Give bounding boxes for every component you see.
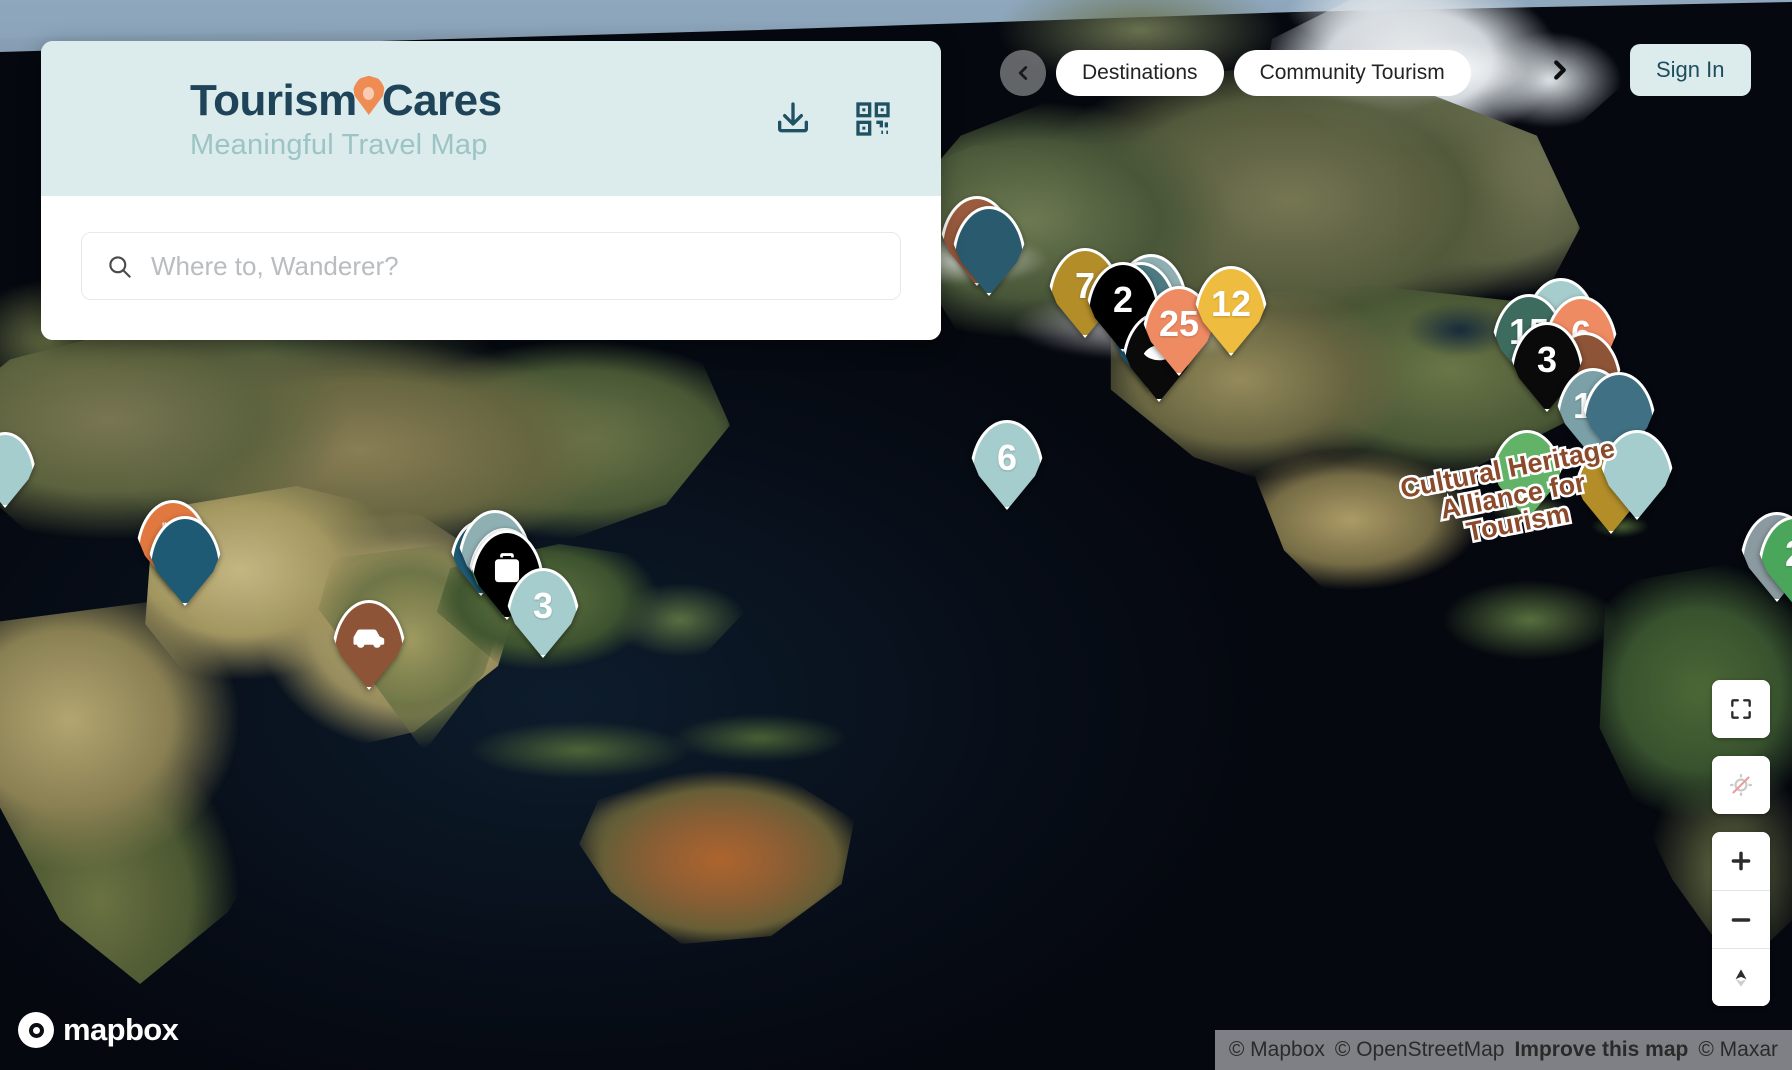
- map-marker-count-3-sea[interactable]: 3: [506, 568, 580, 658]
- qr-code-icon[interactable]: [853, 99, 893, 139]
- map-marker-behind-alaska[interactable]: [952, 206, 1026, 296]
- fullscreen-button[interactable]: [1712, 680, 1770, 738]
- map-marker-count-2-south-america[interactable]: 2: [1758, 516, 1792, 606]
- mapbox-logo[interactable]: mapbox: [18, 1012, 179, 1048]
- logo-subtitle: Meaningful Travel Map: [190, 129, 488, 161]
- attribution-link[interactable]: © Maxar: [1698, 1038, 1778, 1062]
- geolocate-button[interactable]: [1712, 756, 1770, 814]
- map-marker-count: 3: [532, 585, 554, 626]
- download-icon[interactable]: [773, 99, 813, 139]
- mapbox-wordmark: mapbox: [63, 1012, 179, 1047]
- geolocate-control: [1712, 756, 1770, 814]
- panel-header-actions: [773, 99, 893, 139]
- van-icon: [350, 619, 388, 657]
- map-pin-icon: [353, 75, 385, 115]
- map-pin-shape: [0, 432, 35, 508]
- search-panel: Tourism Cares Meaningful Travel Map: [41, 41, 941, 340]
- zoom-out-button[interactable]: [1712, 890, 1770, 948]
- search-box[interactable]: [81, 232, 901, 300]
- map-pin-shape: [953, 206, 1025, 296]
- panel-header: Tourism Cares Meaningful Travel Map: [41, 41, 941, 196]
- category-carousel: Destinations Community Tourism: [1000, 50, 1471, 96]
- attribution-link[interactable]: © Mapbox: [1229, 1038, 1325, 1062]
- logo-word-cares: Cares: [381, 76, 502, 125]
- chevron-right-icon[interactable]: [1545, 55, 1575, 94]
- map-marker-count: 12: [1210, 283, 1252, 324]
- attribution-link[interactable]: Improve this map: [1514, 1038, 1688, 1062]
- logo-word-tourism: Tourism: [190, 76, 357, 125]
- map-marker-behind-turkey[interactable]: [148, 516, 222, 606]
- search-input[interactable]: [151, 250, 876, 282]
- chevron-left-icon[interactable]: [1000, 50, 1046, 96]
- map-marker-count-6-hawaii[interactable]: 6: [970, 420, 1044, 510]
- map-controls: [1712, 680, 1770, 1006]
- sign-in-button[interactable]: Sign In: [1630, 44, 1751, 96]
- fullscreen-control: [1712, 680, 1770, 738]
- map-marker-count-12-midwest[interactable]: 12: [1194, 266, 1268, 356]
- map-attribution: © Mapbox © OpenStreetMap Improve this map ©…: [1214, 1030, 1792, 1070]
- attribution-link[interactable]: © OpenStreetMap: [1335, 1038, 1505, 1062]
- mapbox-mark-icon: [18, 1012, 54, 1048]
- category-tab-destinations[interactable]: Destinations: [1056, 50, 1224, 96]
- search-icon: [106, 253, 133, 280]
- category-tab-community-tourism[interactable]: Community Tourism: [1233, 50, 1471, 96]
- app-root: 367225121563142 Cultural Heritage Allian…: [0, 0, 1792, 1070]
- panel-body: [41, 196, 941, 340]
- brand-logo[interactable]: Tourism Cares Meaningful Travel Map: [190, 75, 502, 162]
- map-marker-count: 6: [996, 437, 1018, 478]
- map-marker-tour-india[interactable]: [332, 600, 406, 690]
- zoom-controls: [1712, 832, 1770, 1006]
- map-marker-count: 25: [1158, 303, 1200, 344]
- map-marker-count: 2: [1785, 536, 1792, 572]
- map-pin-shape: [149, 516, 221, 606]
- zoom-in-button[interactable]: [1712, 832, 1770, 890]
- map-marker-europe-partial[interactable]: [0, 432, 36, 508]
- compass-button[interactable]: [1712, 948, 1770, 1006]
- map-marker-count: 3: [1536, 339, 1558, 380]
